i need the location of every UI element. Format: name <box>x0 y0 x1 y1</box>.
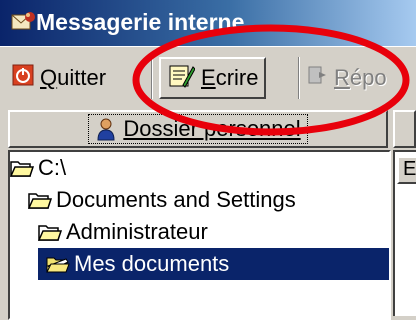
message-list[interactable]: E <box>393 150 416 316</box>
folder-open-icon <box>46 257 70 273</box>
toolbar: Quitter Ecrire Répo <box>0 46 416 109</box>
power-icon <box>12 64 34 92</box>
folder-tree[interactable]: C:\ Documents and Settings Administrateu… <box>8 150 391 320</box>
title-bar[interactable]: Messagerie interne <box>0 0 416 46</box>
tree-item-label: Documents and Settings <box>56 187 296 212</box>
tree-item-label: C:\ <box>38 155 67 180</box>
write-letter-icon <box>167 61 196 95</box>
folder-open-icon <box>28 193 52 209</box>
toolbar-separator <box>151 57 153 99</box>
tree-item-administrateur[interactable]: Administrateur <box>38 216 208 248</box>
tree-item-documents-and-settings[interactable]: Documents and Settings <box>28 184 296 216</box>
app-icon <box>11 12 35 30</box>
person-icon <box>97 118 115 141</box>
write-label-rest: crire <box>215 65 259 90</box>
tree-item-label: Administrateur <box>66 219 208 244</box>
write-label-underlined: E <box>201 65 216 90</box>
quit-label-rest: uitter <box>57 65 107 90</box>
reply-button[interactable]: Répo <box>300 57 387 99</box>
folder-open-icon <box>38 225 62 241</box>
quit-label-underlined: Q <box>40 65 58 90</box>
message-list-pane: E <box>393 110 416 316</box>
reply-icon <box>306 64 328 92</box>
tree-item-mes-documents[interactable]: Mes documents <box>38 248 389 280</box>
personal-folder-label: Dossier personnel <box>123 116 301 141</box>
reply-label-rest: épo <box>349 65 387 90</box>
quit-button[interactable]: Quitter <box>6 57 106 99</box>
message-list-header <box>393 110 416 148</box>
reply-label-underlined: R <box>334 65 350 90</box>
column-header[interactable]: E <box>397 156 416 184</box>
personal-folder-header[interactable]: Dossier personnel <box>8 110 388 148</box>
write-button[interactable]: Ecrire <box>159 57 267 99</box>
tree-item-c-drive[interactable]: C:\ <box>10 152 66 184</box>
tree-item-label: Mes documents <box>74 251 230 276</box>
window-title: Messagerie interne <box>36 9 245 35</box>
folder-open-icon <box>10 161 34 177</box>
